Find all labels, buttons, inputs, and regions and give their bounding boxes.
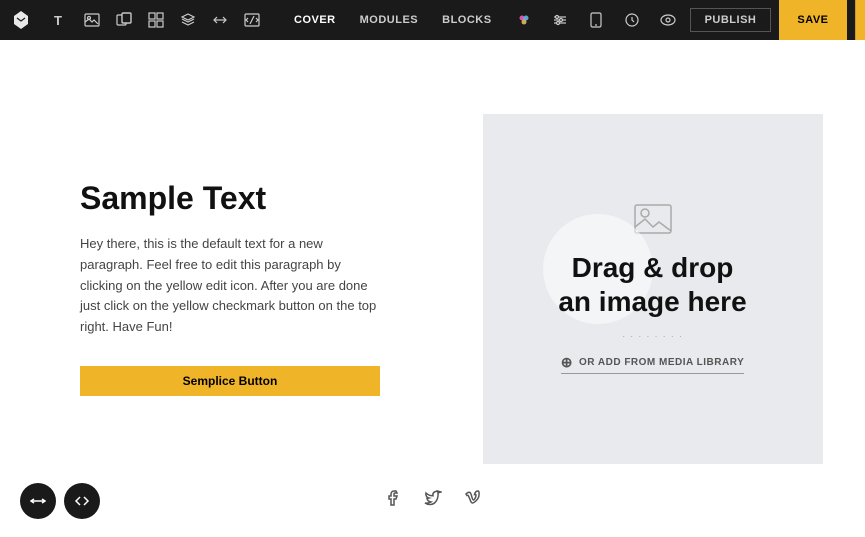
- nav-modules[interactable]: MODULES: [348, 0, 431, 40]
- right-panel: Drag & drop an image here · · · · · · · …: [440, 40, 865, 537]
- sample-body: Hey there, this is the default text for …: [80, 234, 380, 338]
- media-library-link[interactable]: ⊕ OR ADD FROM MEDIA LIBRARY: [561, 354, 745, 374]
- vimeo-icon[interactable]: [464, 489, 482, 507]
- publish-button[interactable]: PUBLISH: [690, 8, 772, 32]
- nav-cover[interactable]: COVER: [282, 0, 348, 40]
- settings-icon[interactable]: [546, 6, 574, 34]
- mobile-icon[interactable]: [582, 6, 610, 34]
- tools-group: T: [46, 6, 266, 34]
- text-tool[interactable]: T: [46, 6, 74, 34]
- preview-icon[interactable]: [654, 6, 682, 34]
- logo[interactable]: [10, 6, 32, 34]
- drop-subtitle: · · · · · · · ·: [622, 331, 683, 342]
- swap-nav-button[interactable]: [20, 483, 56, 519]
- twitter-icon[interactable]: [424, 489, 442, 507]
- arrow-nav-button[interactable]: [64, 483, 100, 519]
- social-bar: [384, 489, 482, 507]
- image-tool[interactable]: [78, 6, 106, 34]
- layers-tool[interactable]: [174, 6, 202, 34]
- facebook-icon[interactable]: [384, 489, 402, 507]
- nav-blocks[interactable]: BLOCKS: [430, 0, 503, 40]
- topbar: T COVER MODULES BLOCKS: [0, 0, 865, 40]
- clock-icon[interactable]: [618, 6, 646, 34]
- expand-button[interactable]: ›: [855, 0, 865, 40]
- semplice-button[interactable]: Semplice Button: [80, 366, 380, 396]
- sample-title: Sample Text: [80, 181, 380, 216]
- bottom-nav: [20, 483, 100, 519]
- gallery-tool[interactable]: [110, 6, 138, 34]
- save-button[interactable]: SAVE: [779, 0, 846, 40]
- main-content: Sample Text Hey there, this is the defau…: [0, 40, 865, 537]
- grid-tool[interactable]: [142, 6, 170, 34]
- drop-title: Drag & drop an image here: [558, 251, 746, 318]
- left-panel: Sample Text Hey there, this is the defau…: [0, 40, 440, 537]
- main-nav: COVER MODULES BLOCKS: [282, 0, 504, 40]
- plus-icon: ⊕: [561, 354, 573, 371]
- topbar-right: PUBLISH SAVE ›: [510, 0, 865, 40]
- image-drop-zone[interactable]: Drag & drop an image here · · · · · · · …: [483, 114, 823, 464]
- code-tool[interactable]: [238, 6, 266, 34]
- divider-tool[interactable]: [206, 6, 234, 34]
- color-icon[interactable]: [510, 6, 538, 34]
- svg-text:T: T: [54, 13, 62, 28]
